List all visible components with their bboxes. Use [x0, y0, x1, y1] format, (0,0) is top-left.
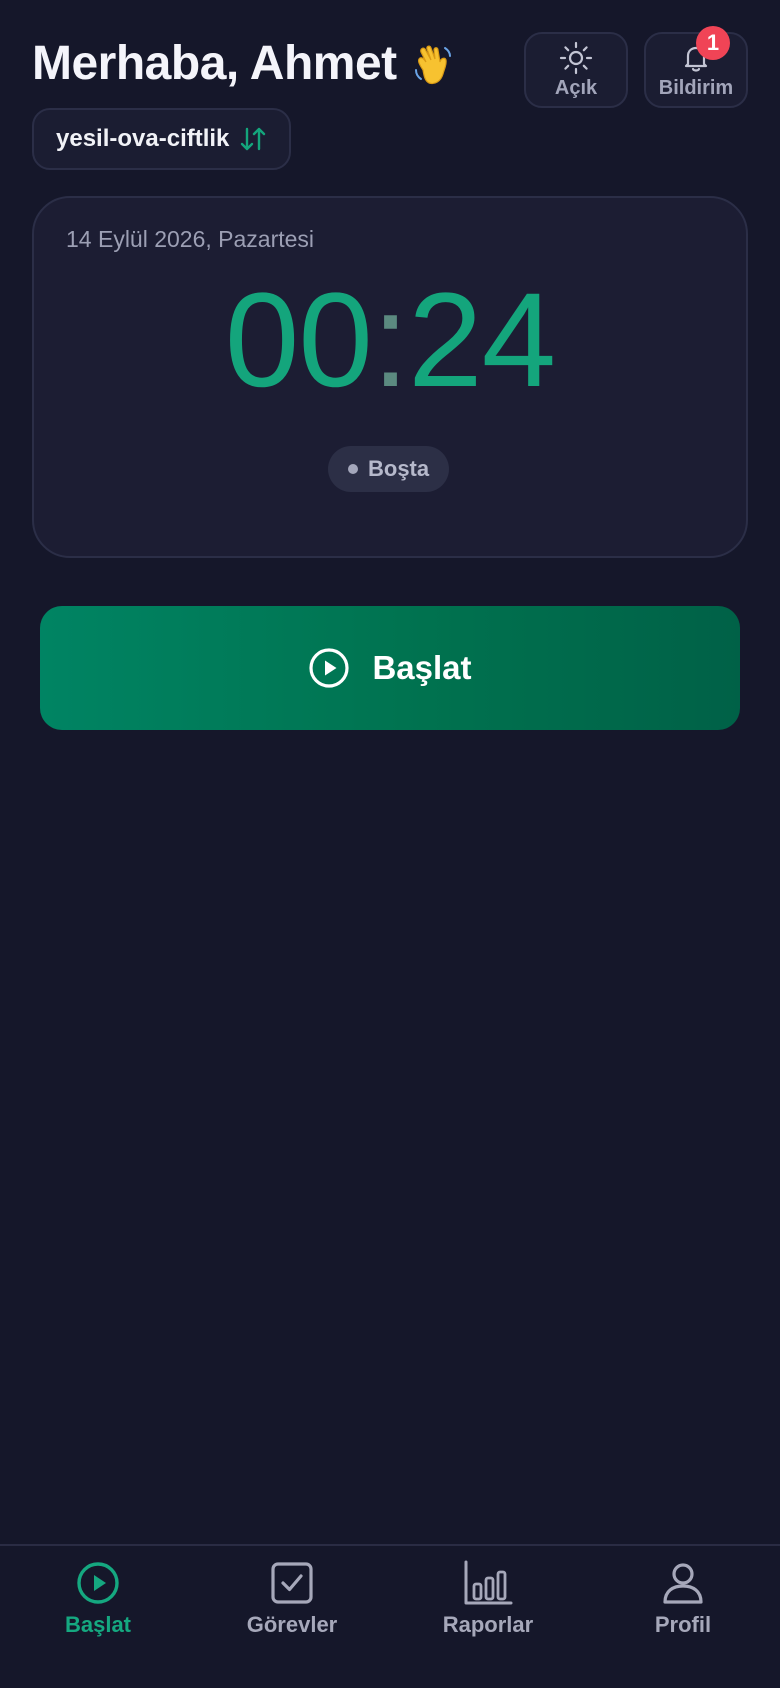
notifications-button[interactable]: Bildirim 1: [644, 26, 748, 108]
header: Merhaba, Ahmet yesil-ova-ciftlik Açık Bi…: [32, 26, 748, 176]
timer-separator: :: [371, 266, 409, 415]
tab-raporlar[interactable]: Raporlar: [408, 1560, 568, 1660]
notification-label: Bildirim: [658, 76, 734, 99]
current-date: 14 Eylül 2026, Pazartesi: [66, 226, 315, 252]
tab-label: Profil: [654, 1612, 712, 1637]
status-badge: Boşta: [328, 446, 450, 492]
bar-chart-icon: [464, 1560, 513, 1605]
status-dot: [348, 464, 358, 474]
sun-icon: [559, 41, 593, 74]
play-circle-icon: [309, 648, 350, 688]
start-button[interactable]: Başlat: [40, 606, 740, 730]
swap-vertical-icon: [239, 126, 267, 152]
timer-seconds: 24: [408, 266, 556, 415]
theme-toggle-button[interactable]: Açık: [524, 32, 628, 108]
status-text: Boşta: [368, 456, 430, 481]
tab-profil[interactable]: Profil: [603, 1560, 763, 1660]
waving-hand-icon: [414, 45, 451, 84]
start-button-label: Başlat: [372, 649, 472, 686]
checkbox-icon: [271, 1562, 313, 1604]
timer-display: 00:24: [34, 274, 746, 408]
timer-minutes: 00: [224, 266, 373, 415]
greeting-text: Merhaba, Ahmet: [32, 37, 397, 90]
farm-selector[interactable]: yesil-ova-ciftlik: [32, 108, 292, 170]
tab-baslat[interactable]: Başlat: [18, 1560, 178, 1660]
bottom-tab-bar: Başlat Görevler Raporlar Profil: [0, 1544, 780, 1688]
tab-label: Başlat: [64, 1612, 132, 1637]
timer-card: 14 Eylül 2026, Pazartesi 00:24 Boşta: [32, 196, 748, 558]
greeting-title: Merhaba, Ahmet: [32, 36, 457, 91]
tab-label: Görevler: [246, 1612, 338, 1637]
notification-badge: 1: [696, 26, 730, 60]
tab-label: Raporlar: [442, 1612, 534, 1637]
tab-gorevler[interactable]: Görevler: [212, 1560, 372, 1660]
user-icon: [663, 1563, 703, 1604]
play-circle-icon: [77, 1562, 119, 1604]
farm-name: yesil-ova-ciftlik: [56, 125, 230, 152]
theme-label: Açık: [554, 76, 598, 99]
